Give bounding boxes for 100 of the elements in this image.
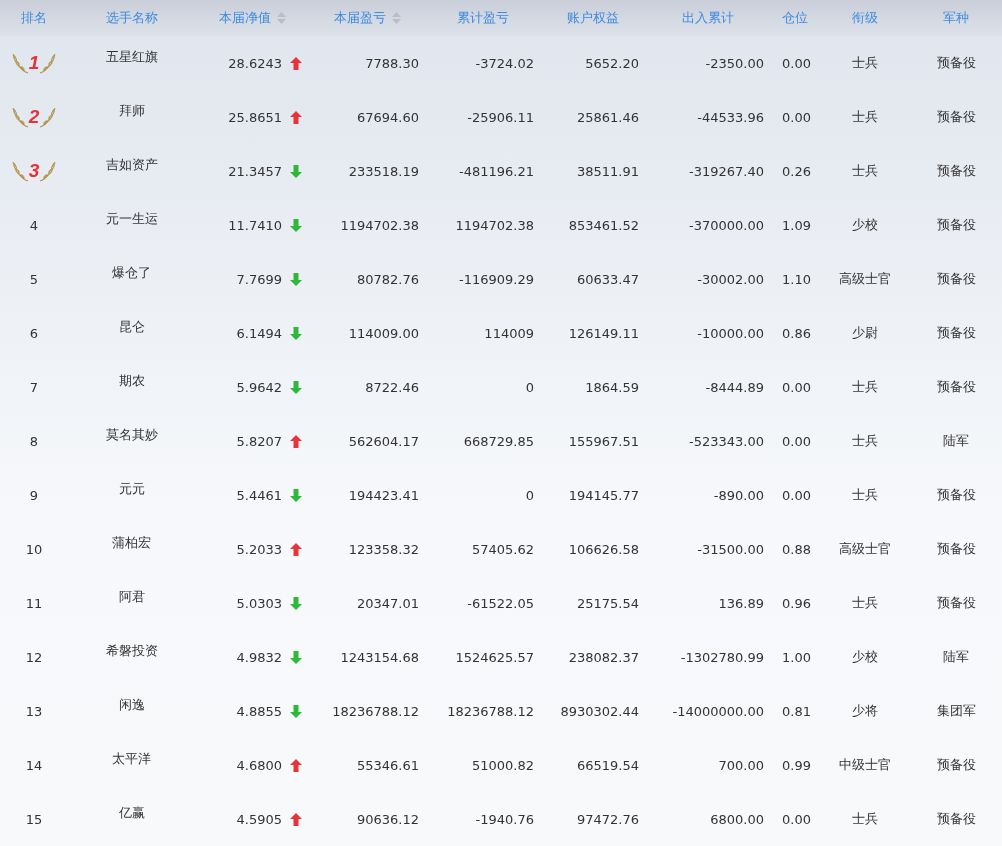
rank-number: 7 xyxy=(29,379,39,395)
cumulative-flows: -44533.96 xyxy=(697,109,764,125)
net-value: 4.6800 xyxy=(236,757,282,773)
total-pnl: -61522.05 xyxy=(467,595,534,611)
rank-title: 少校 xyxy=(852,216,878,234)
player-name: 亿赢 xyxy=(118,804,145,822)
period-pnl: 55346.61 xyxy=(356,757,419,773)
service-branch: 预备役 xyxy=(936,162,976,180)
net-value: 25.8651 xyxy=(228,109,282,125)
service-branch: 预备役 xyxy=(936,324,976,342)
service-branch: 集团军 xyxy=(936,702,976,720)
player-name: 莫名其妙 xyxy=(105,426,158,444)
account-equity: 38511.91 xyxy=(576,163,639,179)
total-pnl: 1524625.57 xyxy=(455,649,534,665)
net-value: 5.8207 xyxy=(236,433,282,449)
column-header: 出入累计 xyxy=(681,9,734,27)
total-pnl: 1194702.38 xyxy=(455,217,534,233)
rank-number: 11 xyxy=(25,595,43,611)
total-pnl: 668729.85 xyxy=(463,433,534,449)
position-ratio: 1.09 xyxy=(782,217,811,233)
period-pnl: 80782.76 xyxy=(356,271,419,287)
rank-number: 10 xyxy=(25,541,43,557)
account-equity: 853461.52 xyxy=(568,217,639,233)
account-equity: 25861.46 xyxy=(576,109,639,125)
cumulative-flows: 700.00 xyxy=(718,757,764,773)
rank-number: 2 xyxy=(28,106,40,128)
total-pnl: -116909.29 xyxy=(459,271,534,287)
period-pnl: 114009.00 xyxy=(348,325,419,341)
rank-number: 14 xyxy=(25,757,43,773)
cumulative-flows: -523343.00 xyxy=(689,433,764,449)
sort-icon[interactable] xyxy=(277,12,286,24)
rank-number: 1 xyxy=(28,52,40,74)
laurel-branch-icon xyxy=(39,106,58,128)
net-value: 4.8855 xyxy=(236,703,282,719)
account-equity: 238082.37 xyxy=(568,649,639,665)
period-pnl: 7788.30 xyxy=(365,55,419,71)
sort-icon[interactable] xyxy=(392,12,401,24)
account-equity: 25175.54 xyxy=(576,595,639,611)
player-name: 阿君 xyxy=(118,588,145,606)
laurel-branch-icon xyxy=(10,106,29,128)
player-name: 五星红旗 xyxy=(105,48,158,66)
period-pnl: 1194702.38 xyxy=(340,217,419,233)
rank-title: 士兵 xyxy=(852,162,878,180)
account-equity: 66519.54 xyxy=(576,757,639,773)
rank-number: 13 xyxy=(25,703,43,719)
rank-number: 6 xyxy=(29,325,39,341)
cumulative-flows: -370000.00 xyxy=(689,217,764,233)
rank-title: 高级士官 xyxy=(839,540,891,558)
service-branch: 预备役 xyxy=(936,756,976,774)
rank-number: 15 xyxy=(25,811,43,827)
position-ratio: 0.00 xyxy=(782,487,811,503)
position-ratio: 0.00 xyxy=(782,55,811,71)
service-branch: 陆军 xyxy=(943,432,969,450)
player-name: 期农 xyxy=(118,372,145,390)
account-equity: 155967.51 xyxy=(568,433,639,449)
total-pnl: 57405.62 xyxy=(471,541,534,557)
account-equity: 60633.47 xyxy=(576,271,639,287)
period-pnl: 233518.19 xyxy=(348,163,419,179)
column-header[interactable]: 本届盈亏 xyxy=(334,9,386,27)
account-equity: 126149.11 xyxy=(568,325,639,341)
column-header: 军种 xyxy=(943,9,969,27)
period-pnl: 194423.41 xyxy=(348,487,419,503)
rank-title: 少将 xyxy=(852,702,878,720)
rank-title: 士兵 xyxy=(852,432,878,450)
column-header: 仓位 xyxy=(782,9,808,27)
position-ratio: 1.10 xyxy=(782,271,811,287)
account-equity: 97472.76 xyxy=(576,811,639,827)
laurel-branch-icon xyxy=(10,160,29,182)
position-ratio: 0.00 xyxy=(782,811,811,827)
position-ratio: 0.81 xyxy=(782,703,811,719)
rank-number: 9 xyxy=(29,487,39,503)
account-equity: 194145.77 xyxy=(568,487,639,503)
player-name: 吉如资产 xyxy=(105,156,158,174)
account-equity: 8930302.44 xyxy=(560,703,639,719)
total-pnl: -1940.76 xyxy=(475,811,534,827)
net-value: 4.9832 xyxy=(236,649,282,665)
period-pnl: 8722.46 xyxy=(365,379,419,395)
account-equity: 5652.20 xyxy=(585,55,639,71)
column-header: 排名 xyxy=(21,9,47,27)
period-pnl: 123358.32 xyxy=(348,541,419,557)
laurel-branch-icon xyxy=(39,160,58,182)
period-pnl: 20347.01 xyxy=(356,595,419,611)
position-ratio: 0.99 xyxy=(782,757,811,773)
cumulative-flows: 6800.00 xyxy=(710,811,764,827)
player-name: 蒲柏宏 xyxy=(112,534,151,552)
column-header[interactable]: 本届净值 xyxy=(219,9,271,27)
account-equity: 1864.59 xyxy=(585,379,639,395)
rank-number: 8 xyxy=(29,433,39,449)
column-header: 账户权益 xyxy=(566,9,619,27)
total-pnl: 114009 xyxy=(484,325,534,341)
player-name: 元元 xyxy=(118,480,145,498)
player-name: 昆仑 xyxy=(118,318,145,336)
position-ratio: 0.00 xyxy=(782,433,811,449)
service-branch: 预备役 xyxy=(936,810,976,828)
player-name: 元一生运 xyxy=(105,210,158,228)
cumulative-flows: -890.00 xyxy=(713,487,764,503)
total-pnl: 51000.82 xyxy=(471,757,534,773)
rank-title: 中级士官 xyxy=(839,756,891,774)
service-branch: 预备役 xyxy=(936,54,976,72)
rank-title: 士兵 xyxy=(852,486,878,504)
